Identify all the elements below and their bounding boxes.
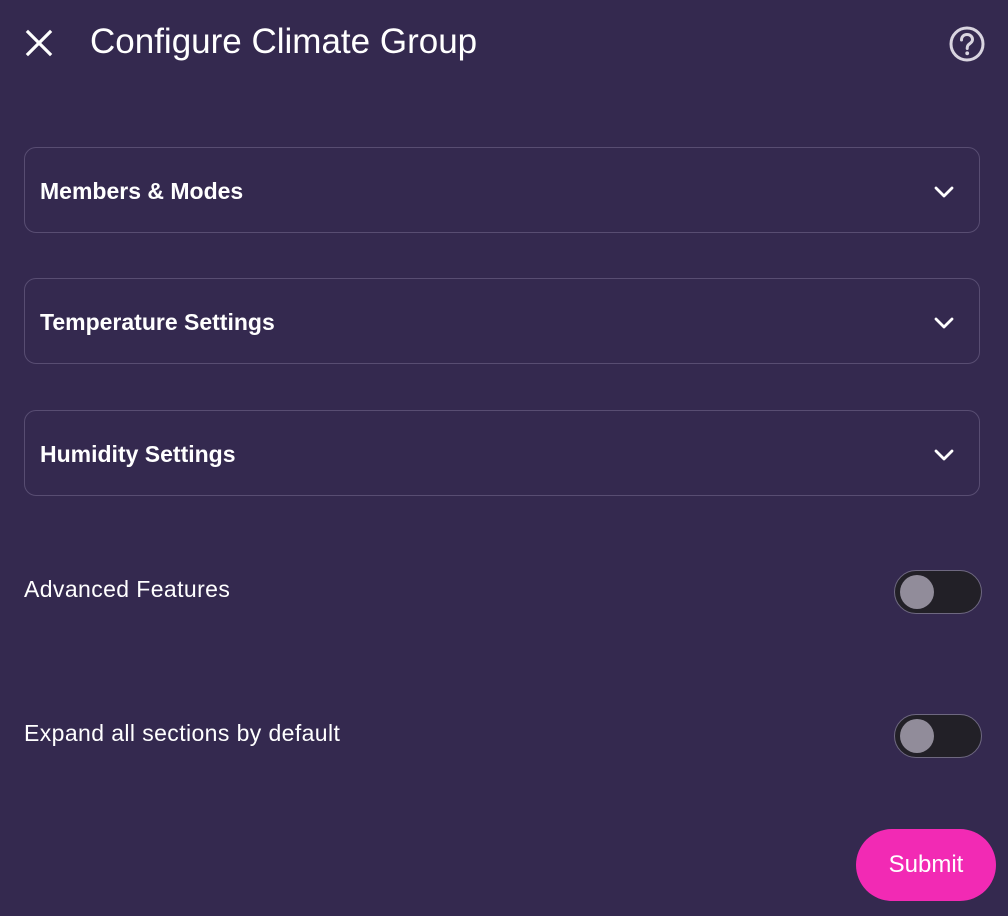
section-members-modes[interactable]: Members & Modes <box>24 147 980 233</box>
help-button[interactable] <box>947 24 987 64</box>
chevron-down-icon <box>934 186 954 198</box>
section-humidity-settings[interactable]: Humidity Settings <box>24 410 980 496</box>
help-circle-icon <box>949 26 985 62</box>
advanced-features-label: Advanced Features <box>24 576 231 602</box>
close-button[interactable] <box>20 24 58 62</box>
section-temperature-settings[interactable]: Temperature Settings <box>24 278 980 364</box>
configure-climate-group-dialog: Configure Climate Group Members & Modes … <box>0 0 1008 916</box>
dialog-title: Configure Climate Group <box>90 22 478 61</box>
toggle-knob <box>900 719 934 753</box>
section-label: Members & Modes <box>40 178 244 204</box>
close-icon <box>25 29 53 57</box>
section-label: Humidity Settings <box>40 441 236 467</box>
expand-sections-toggle[interactable] <box>894 714 982 758</box>
advanced-features-toggle[interactable] <box>894 570 982 614</box>
expand-sections-label: Expand all sections by default <box>24 720 341 746</box>
toggle-knob <box>900 575 934 609</box>
chevron-down-icon <box>934 317 954 329</box>
submit-button[interactable]: Submit <box>856 829 996 901</box>
chevron-down-icon <box>934 449 954 461</box>
section-label: Temperature Settings <box>40 309 275 335</box>
